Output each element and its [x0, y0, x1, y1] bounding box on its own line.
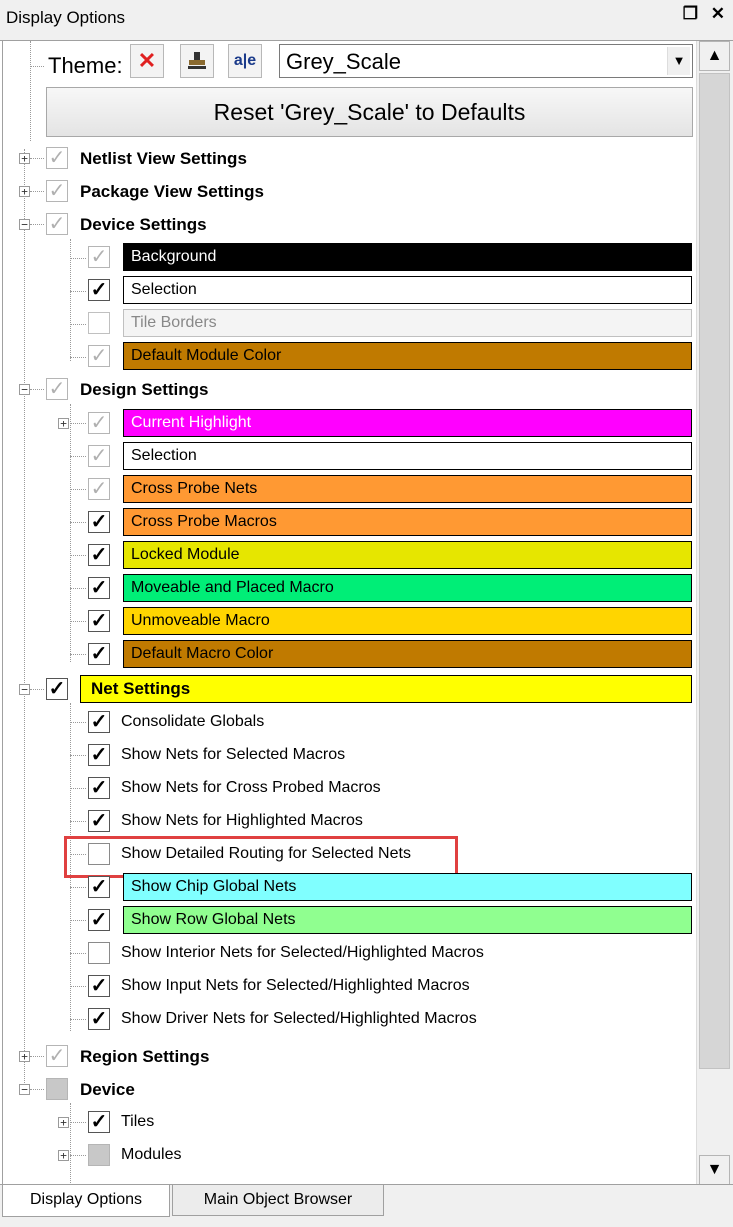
display-options-panel: Theme: ✕ a|e Grey_Scale ▼ Reset 'Grey_Sc…	[0, 40, 733, 1185]
delete-theme-icon[interactable]: ✕	[130, 44, 164, 78]
consolidate-globals-label: Consolidate Globals	[121, 713, 265, 730]
theme-select[interactable]: Grey_Scale ▼	[279, 44, 693, 78]
tile-borders-swatch[interactable]: Tile Borders	[123, 309, 692, 337]
cross-probe-macros-swatch[interactable]: Cross Probe Macros	[123, 508, 692, 536]
locked-module-checkbox[interactable]: ✓	[88, 544, 110, 566]
interior-nets-label: Show Interior Nets for Selected/Highligh…	[121, 944, 484, 961]
background-checkbox[interactable]: ✓	[88, 246, 110, 268]
current-highlight-swatch[interactable]: Current Highlight	[123, 409, 692, 437]
modules-checkbox[interactable]	[88, 1144, 110, 1166]
nets-cross-probed-checkbox[interactable]: ✓	[88, 777, 110, 799]
float-panel-icon[interactable]: ❐	[683, 4, 698, 23]
expand-icon[interactable]: +	[19, 186, 30, 197]
region-settings[interactable]: Region Settings	[80, 1047, 209, 1067]
row-global-nets-swatch[interactable]: Show Row Global Nets	[123, 906, 692, 934]
interior-nets-checkbox[interactable]	[88, 942, 110, 964]
design-settings[interactable]: Design Settings	[80, 380, 208, 400]
netlist-view-settings[interactable]: Netlist View Settings	[80, 149, 247, 169]
close-panel-icon[interactable]: ✕	[711, 4, 725, 23]
scroll-down-icon[interactable]: ▼	[699, 1155, 730, 1185]
cross-probe-nets-checkbox[interactable]: ✓	[88, 478, 110, 500]
nets-selected-macros-checkbox[interactable]: ✓	[88, 744, 110, 766]
chevron-down-icon[interactable]: ▼	[667, 47, 690, 75]
tab-main-object-browser[interactable]: Main Object Browser	[172, 1184, 384, 1216]
theme-label: Theme:	[48, 53, 123, 78]
default-macro-swatch[interactable]: Default Macro Color	[123, 640, 692, 668]
cross-probe-macros-checkbox[interactable]: ✓	[88, 511, 110, 533]
scroll-up-icon[interactable]: ▲	[699, 41, 730, 71]
nets-cross-probed-label: Show Nets for Cross Probed Macros	[121, 779, 381, 796]
design-settings-checkbox[interactable]: ✓	[46, 378, 68, 400]
default-module-checkbox[interactable]: ✓	[88, 345, 110, 367]
tile-borders-checkbox[interactable]	[88, 312, 110, 334]
device-selection-swatch[interactable]: Selection	[123, 276, 692, 304]
device[interactable]: Device	[80, 1080, 135, 1100]
panel-title: Display Options	[6, 8, 126, 27]
scroll-thumb[interactable]	[699, 73, 730, 1069]
device-settings[interactable]: Device Settings	[80, 215, 207, 235]
driver-nets-label: Show Driver Nets for Selected/Highlighte…	[121, 1010, 477, 1027]
net-settings[interactable]: Net Settings	[80, 675, 692, 703]
cross-probe-nets-swatch[interactable]: Cross Probe Nets	[123, 475, 692, 503]
default-macro-checkbox[interactable]: ✓	[88, 643, 110, 665]
modules-label: Modules	[121, 1146, 182, 1163]
nets-selected-macros-label: Show Nets for Selected Macros	[121, 746, 346, 763]
panel-titlebar: Display Options ❐ ✕	[0, 0, 733, 34]
tiles-label: Tiles	[121, 1113, 155, 1130]
package-view-settings[interactable]: Package View Settings	[80, 182, 264, 202]
device-settings-checkbox[interactable]: ✓	[46, 213, 68, 235]
unmoveable-macro-swatch[interactable]: Unmoveable Macro	[123, 607, 692, 635]
tiles-checkbox[interactable]: ✓	[88, 1111, 110, 1133]
moveable-placed-swatch[interactable]: Moveable and Placed Macro	[123, 574, 692, 602]
current-highlight-checkbox[interactable]: ✓	[88, 412, 110, 434]
rename-theme-icon[interactable]: a|e	[228, 44, 262, 78]
locked-module-swatch[interactable]: Locked Module	[123, 541, 692, 569]
input-nets-label: Show Input Nets for Selected/Highlighted…	[121, 977, 470, 994]
tab-bar: Display Options Main Object Browser	[0, 1184, 733, 1227]
tab-display-options[interactable]: Display Options	[2, 1185, 170, 1217]
chip-global-nets-checkbox[interactable]: ✓	[88, 876, 110, 898]
package-view-checkbox[interactable]: ✓	[46, 180, 68, 202]
unmoveable-macro-checkbox[interactable]: ✓	[88, 610, 110, 632]
nets-highlighted-label: Show Nets for Highlighted Macros	[121, 812, 363, 829]
highlight-box	[64, 836, 458, 878]
expand-icon[interactable]: +	[58, 1117, 69, 1128]
row-global-nets-checkbox[interactable]: ✓	[88, 909, 110, 931]
expand-icon[interactable]: +	[19, 153, 30, 164]
vertical-scrollbar[interactable]: ▲ ▼	[696, 41, 733, 1185]
driver-nets-checkbox[interactable]: ✓	[88, 1008, 110, 1030]
design-selection-checkbox[interactable]: ✓	[88, 445, 110, 467]
design-selection-swatch[interactable]: Selection	[123, 442, 692, 470]
device-selection-checkbox[interactable]: ✓	[88, 279, 110, 301]
collapse-icon[interactable]: −	[19, 684, 30, 695]
default-module-swatch[interactable]: Default Module Color	[123, 342, 692, 370]
net-settings-checkbox[interactable]: ✓	[46, 678, 68, 700]
expand-icon[interactable]: +	[58, 1150, 69, 1161]
collapse-icon[interactable]: −	[19, 1084, 30, 1095]
moveable-placed-checkbox[interactable]: ✓	[88, 577, 110, 599]
reset-theme-button[interactable]: Reset 'Grey_Scale' to Defaults	[46, 87, 693, 137]
consolidate-globals-checkbox[interactable]: ✓	[88, 711, 110, 733]
chip-global-nets-swatch[interactable]: Show Chip Global Nets	[123, 873, 692, 901]
collapse-icon[interactable]: −	[19, 219, 30, 230]
expand-icon[interactable]: +	[19, 1051, 30, 1062]
theme-select-value: Grey_Scale	[286, 49, 401, 74]
collapse-icon[interactable]: −	[19, 384, 30, 395]
device-checkbox[interactable]	[46, 1078, 68, 1100]
input-nets-checkbox[interactable]: ✓	[88, 975, 110, 997]
expand-icon[interactable]: +	[58, 418, 69, 429]
nets-highlighted-checkbox[interactable]: ✓	[88, 810, 110, 832]
background-color-swatch[interactable]: Background	[123, 243, 692, 271]
netlist-view-checkbox[interactable]: ✓	[46, 147, 68, 169]
region-settings-checkbox[interactable]: ✓	[46, 1045, 68, 1067]
stamp-icon[interactable]	[180, 44, 214, 78]
